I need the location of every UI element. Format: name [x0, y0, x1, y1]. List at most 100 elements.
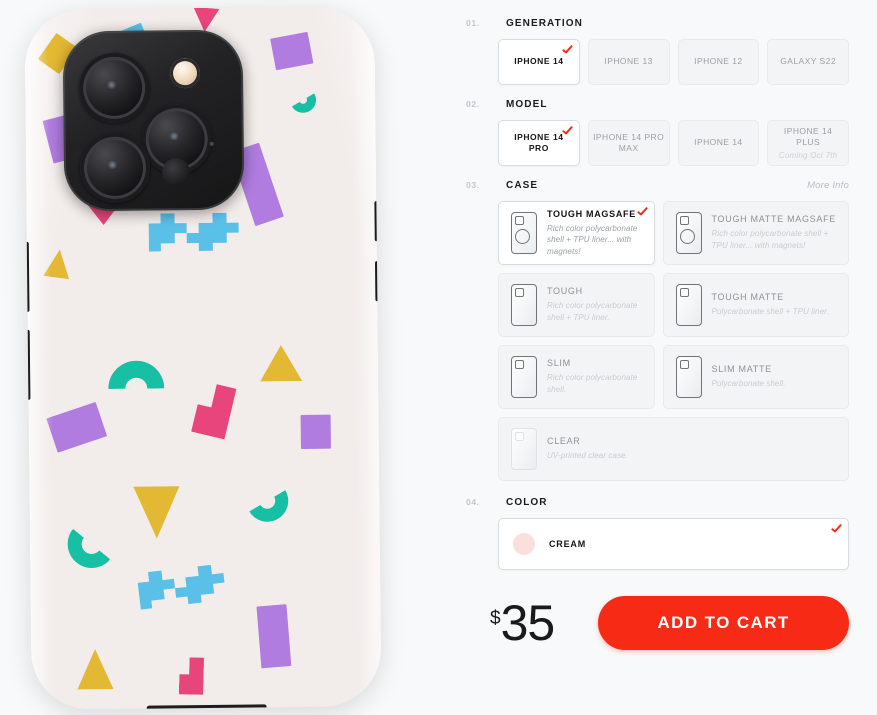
case-thumbnail-icon: [675, 284, 702, 326]
case-option-name: CLEAR: [547, 436, 581, 447]
case-option-description: Rich color polycarbonate shell.: [547, 373, 638, 394]
pattern-shape-tri: [77, 648, 114, 690]
camera-microphone: [209, 141, 214, 146]
case-surface: [24, 6, 382, 710]
pattern-shape-tri: [133, 486, 180, 539]
case-option-description: Rich color polycarbonate shell + TPU lin…: [547, 301, 638, 322]
product-configurator-page: 01. GENERATION IPHONE 14 IPHONE 13 IPHONE …: [0, 0, 877, 715]
case-option-name: SLIM MATTE: [711, 364, 772, 375]
case-option-description: Polycarbonate shell.: [711, 379, 786, 389]
case-thumbnail-icon: [511, 284, 537, 326]
case-option-text: TOUGH MATTE MAGSAFE Rich color polycarbon…: [712, 214, 836, 251]
more-info-link[interactable]: More Info: [807, 180, 849, 191]
generation-options: IPHONE 14 IPHONE 13 IPHONE 12 GALAXY S22: [498, 39, 849, 85]
case-option-text: SLIM Rich color polycarbonate shell.: [547, 358, 642, 395]
pattern-shape-tri: [191, 6, 220, 33]
case-option-name: TOUGH MATTE MAGSAFE: [711, 214, 836, 225]
case-option-description: Rich color polycarbonate shell + TPU lin…: [547, 223, 638, 256]
generation-option-1[interactable]: IPHONE 14: [498, 39, 580, 85]
pattern-shape-halfring: [108, 360, 165, 389]
pattern-shape-rect: [300, 414, 331, 449]
case-option-text: TOUGH MAGSAFE Rich color polycarbonate sh…: [547, 209, 642, 258]
model-option-label: IPHONE 14 PLUS: [783, 125, 833, 147]
product-image-pane: [0, 0, 430, 715]
generation-option-label: IPHONE 14: [514, 56, 564, 67]
section-title-generation: GENERATION: [506, 18, 583, 29]
case-thumbnail-icon: [511, 212, 537, 254]
color-option-cream[interactable]: CREAM: [498, 518, 849, 570]
case-option-4[interactable]: TOUGH MATTE Polycarbonate shell + TPU lin…: [662, 273, 849, 337]
case-option-description: Rich color polycarbonate shell + TPU lin…: [711, 229, 829, 250]
case-option-7[interactable]: CLEAR UV-printed clear case.: [498, 417, 849, 481]
section-title-case: CASE: [506, 180, 539, 191]
case-option-description: UV-printed clear case.: [547, 451, 629, 461]
step-number-color: 04.: [466, 497, 480, 507]
section-color-header: 04. COLOR: [466, 497, 849, 508]
model-option-sublabel: Coming Oct 7th: [778, 151, 838, 161]
check-icon: [562, 45, 573, 54]
camera-flash: [169, 58, 201, 89]
camera-lens-1: [78, 52, 150, 124]
model-options: IPHONE 14 PRO IPHONE 14 PRO MAX IPHONE 14 I…: [498, 120, 849, 166]
case-option-name: SLIM: [547, 358, 571, 369]
camera-lens-3: [79, 132, 151, 204]
color-swatch-cream: [513, 533, 535, 555]
case-option-text: TOUGH Rich color polycarbonate shell + TP…: [547, 286, 642, 323]
pattern-shape-rect: [256, 604, 292, 669]
section-color: 04. COLOR CREAM: [466, 497, 849, 570]
model-option-4[interactable]: IPHONE 14 PLUS Coming Oct 7th: [767, 120, 849, 166]
generation-option-3[interactable]: IPHONE 12: [677, 39, 760, 85]
check-icon: [636, 207, 648, 216]
configurator-pane: 01. GENERATION IPHONE 14 IPHONE 13 IPHONE …: [430, 0, 877, 715]
purchase-row: $ 35 ADD TO CART: [490, 596, 849, 650]
case-thumbnail-icon: [675, 212, 702, 254]
case-option-3[interactable]: TOUGH Rich color polycarbonate shell + TP…: [498, 273, 655, 337]
section-model: 02. MODEL IPHONE 14 PRO IPHONE 14 PRO MAX…: [466, 99, 849, 166]
price-display: $ 35: [490, 598, 555, 648]
section-title-model: MODEL: [506, 99, 548, 110]
pattern-shape-rect: [270, 31, 314, 71]
check-icon: [562, 126, 573, 135]
pattern-shape-tri: [259, 344, 303, 382]
check-icon: [831, 524, 842, 533]
add-to-cart-button[interactable]: ADD TO CART: [598, 596, 849, 650]
pattern-shape-arc: [57, 528, 111, 578]
model-option-2[interactable]: IPHONE 14 PRO MAX: [587, 120, 670, 166]
pattern-shape-stairs: [178, 656, 214, 697]
case-option-text: TOUGH MATTE Polycarbonate shell + TPU lin…: [712, 292, 829, 318]
model-option-3[interactable]: IPHONE 14: [677, 120, 760, 166]
case-option-1[interactable]: TOUGH MAGSAFE Rich color polycarbonate sh…: [498, 201, 655, 265]
case-edge-highlight-right: [350, 6, 382, 707]
phone-case-preview[interactable]: [24, 6, 382, 710]
camera-module: [62, 29, 245, 212]
case-option-name: TOUGH: [547, 286, 583, 297]
model-option-1[interactable]: IPHONE 14 PRO: [498, 120, 580, 166]
color-name-label: CREAM: [549, 539, 586, 549]
pattern-shape-stairs: [191, 381, 250, 443]
case-option-name: TOUGH MATTE: [711, 292, 784, 303]
case-option-name: TOUGH MAGSAFE: [547, 208, 636, 219]
pattern-shape-arc: [249, 490, 297, 530]
section-generation-header: 01. GENERATION: [466, 18, 849, 29]
section-model-header: 02. MODEL: [466, 99, 849, 110]
case-option-5[interactable]: SLIM Rich color polycarbonate shell.: [498, 345, 655, 409]
step-number-generation: 01.: [466, 18, 480, 28]
case-options: TOUGH MAGSAFE Rich color polycarbonate sh…: [498, 201, 849, 481]
section-case: 03. CASE More Info TOUGH MAGSAFE Rich col…: [466, 180, 849, 481]
generation-option-label: IPHONE 13: [604, 56, 653, 67]
case-option-2[interactable]: TOUGH MATTE MAGSAFE Rich color polycarbon…: [662, 201, 849, 265]
step-number-model: 02.: [466, 99, 480, 109]
case-thumbnail-icon: [511, 428, 537, 470]
volume-up-button: [24, 241, 30, 312]
pattern-shape-zigzag: [148, 212, 244, 252]
model-option-label: IPHONE 14 PRO MAX: [593, 131, 665, 153]
case-option-6[interactable]: SLIM MATTE Polycarbonate shell.: [662, 345, 849, 409]
generation-option-label: GALAXY S22: [780, 56, 837, 67]
volume-down-button: [25, 329, 31, 400]
power-button: [374, 201, 379, 242]
case-thumbnail-icon: [511, 356, 537, 398]
generation-option-4[interactable]: GALAXY S22: [767, 39, 849, 85]
case-thumbnail-icon: [675, 356, 702, 398]
pattern-shape-arc: [291, 93, 321, 118]
generation-option-2[interactable]: IPHONE 13: [587, 39, 670, 85]
